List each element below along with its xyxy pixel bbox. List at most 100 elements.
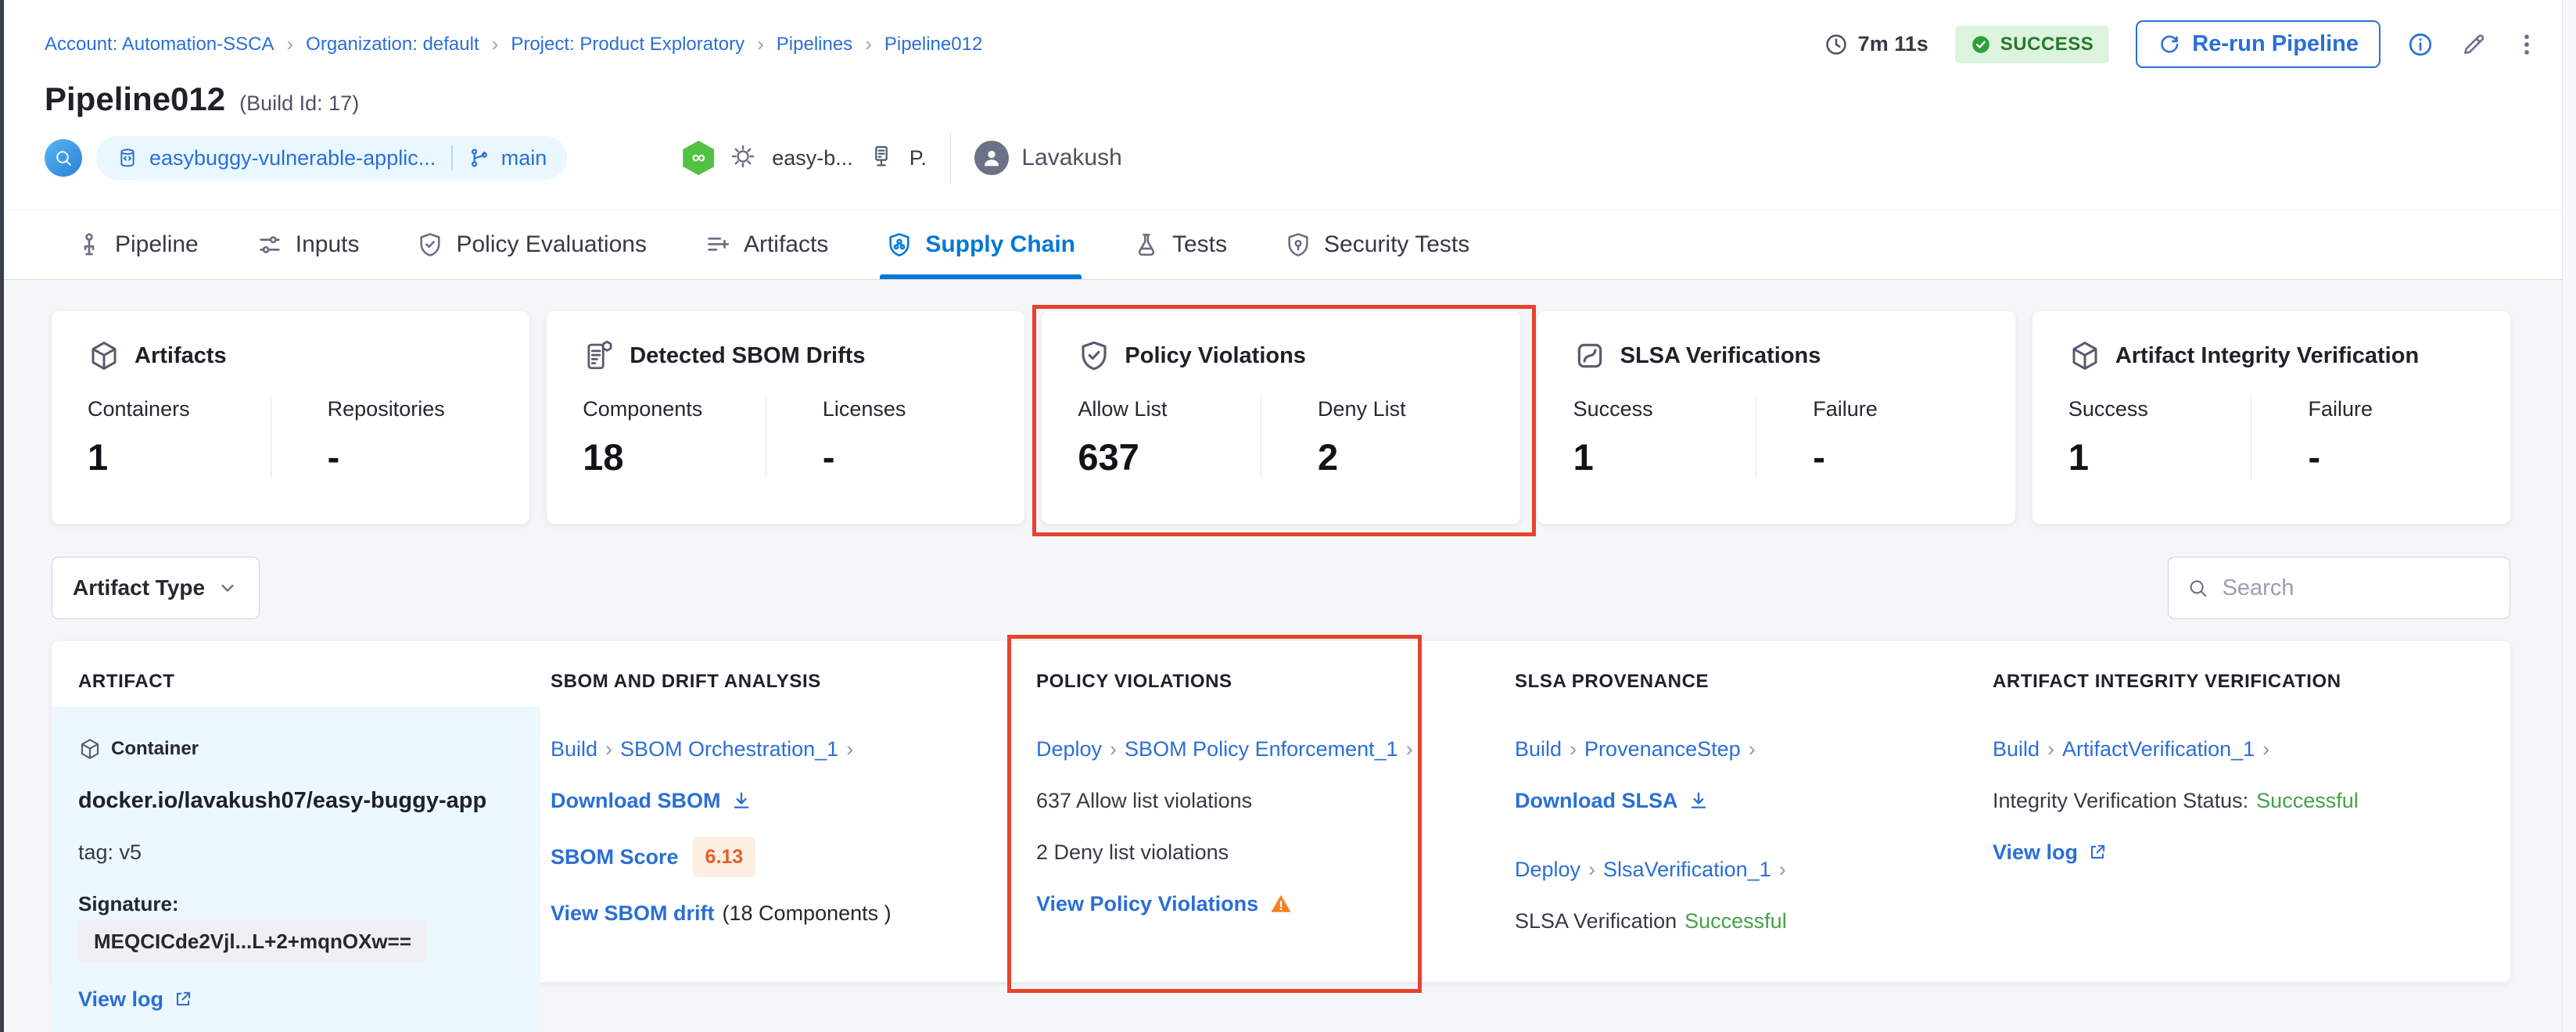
tests-icon <box>1133 231 1160 258</box>
artifact-view-log-line: View log <box>78 984 522 1015</box>
download-sbom-label: Download SBOM <box>551 785 721 816</box>
sbom-score-link[interactable]: SBOM Score <box>551 841 679 873</box>
slsa-stage-link[interactable]: Build <box>1515 733 1562 765</box>
sbom-stage-link[interactable]: Build <box>551 733 597 765</box>
policy-step-link[interactable]: SBOM Policy Enforcement_1 <box>1125 733 1398 765</box>
slsa-verify-stage-link[interactable]: Deploy <box>1515 854 1580 885</box>
download-sbom-line: Download SBOM <box>551 785 1007 816</box>
breadcrumb-pipeline012[interactable]: Pipeline012 <box>884 34 982 56</box>
stat-label: Allow List <box>1078 397 1261 421</box>
tab-pipeline[interactable]: Pipeline <box>76 210 199 279</box>
column-header-policy-violations: POLICY VIOLATIONS <box>1026 641 1505 707</box>
artifact-tag: tag: v5 <box>78 837 522 868</box>
card-slsa-verifications: SLSA Verifications Success 1 Failure - <box>1537 311 2015 524</box>
sbom-score-line: SBOM Score 6.13 <box>551 837 1007 877</box>
chevron-right-icon <box>846 733 853 765</box>
artifact-type-dropdown[interactable]: Artifact Type <box>52 557 260 619</box>
stat-value: - <box>1813 435 1979 478</box>
stat-label: Success <box>2068 397 2251 421</box>
repo-icon <box>117 147 138 169</box>
stat-repositories: Repositories - <box>271 397 494 478</box>
tab-tests[interactable]: Tests <box>1133 210 1227 279</box>
slsa-verify-step-link[interactable]: SlsaVerification_1 <box>1603 854 1771 885</box>
tab-label: Policy Evaluations <box>456 231 646 258</box>
rerun-pipeline-button[interactable]: Re-run Pipeline <box>2136 20 2380 68</box>
execution-meta-row: easybuggy-vulnerable-applic... main easy… <box>4 118 2562 184</box>
sbom-drift-icon <box>583 339 615 372</box>
scrollbar[interactable] <box>2562 0 2576 1032</box>
chevron-right-icon <box>492 32 499 56</box>
view-log-link[interactable]: View log <box>78 984 193 1015</box>
refresh-icon <box>2158 33 2181 56</box>
card-sbom-drifts: Detected SBOM Drifts Components 18 Licen… <box>547 311 1024 524</box>
more-options-button[interactable] <box>2513 31 2540 58</box>
execution-tabs: Pipeline Inputs Policy Evaluations Artif… <box>4 210 2562 280</box>
repo-branch-pill[interactable]: easybuggy-vulnerable-applic... main <box>96 136 567 180</box>
artifact-type-text: Container <box>111 733 199 765</box>
edit-pipeline-button[interactable] <box>2460 31 2487 58</box>
title-row: Pipeline012 (Build Id: 17) <box>4 68 2562 118</box>
view-log-link[interactable]: View log <box>1993 837 2108 868</box>
view-policy-violations-line: View Policy Violations <box>1036 888 1486 919</box>
chevron-right-icon <box>2262 733 2269 765</box>
column-header-slsa-provenance: SLSA PROVENANCE <box>1505 641 1982 707</box>
artifact-image-name: docker.io/lavakush07/easy-buggy-app <box>78 785 522 816</box>
view-policy-violations-link[interactable]: View Policy Violations <box>1036 888 1258 919</box>
deny-list-violations: 2 Deny list violations <box>1036 837 1486 868</box>
slsa-icon <box>1573 339 1606 372</box>
policy-stage-link[interactable]: Deploy <box>1036 733 1102 765</box>
sbom-step-link[interactable]: SBOM Orchestration_1 <box>620 733 838 765</box>
search-icon <box>54 149 73 167</box>
sbom-drift-line: View SBOM drift (18 Components ) <box>551 898 1007 929</box>
execution-source-icon <box>45 139 82 177</box>
stat-licenses: Licenses - <box>766 397 989 478</box>
tab-artifacts[interactable]: Artifacts <box>705 210 828 279</box>
stat-label: Components <box>583 397 766 421</box>
tab-security-tests[interactable]: Security Tests <box>1285 210 1469 279</box>
artifact-signature-line: Signature: MEQCICde2Vjl...L+2+mqnOXw== <box>78 888 522 963</box>
breadcrumb-project[interactable]: Project: Product Exploratory <box>511 34 744 56</box>
service-icon <box>869 144 894 169</box>
harness-ci-hexagon-icon <box>683 141 714 175</box>
sbom-drift-note: (18 Components ) <box>723 898 892 929</box>
gear-icon <box>730 143 756 170</box>
view-log-label: View log <box>78 984 163 1015</box>
slsa-provenance-step-line: Build ProvenanceStep <box>1515 733 1964 765</box>
stat-label: Success <box>1573 397 1756 421</box>
cell-slsa-provenance: Build ProvenanceStep Download SLSA Deplo… <box>1505 707 1982 1032</box>
tab-label: Tests <box>1172 231 1227 258</box>
meta-divider <box>950 132 952 184</box>
supply-chain-page: Account: Automation-SSCA Organization: d… <box>0 0 2576 1032</box>
policy-step-line: Deploy SBOM Policy Enforcement_1 <box>1036 733 1486 765</box>
integrity-stage-link[interactable]: Build <box>1993 733 2040 765</box>
tab-supply-chain[interactable]: Supply Chain <box>886 210 1075 279</box>
search-input[interactable] <box>2223 575 2491 601</box>
breadcrumb-organization[interactable]: Organization: default <box>306 34 479 56</box>
check-circle-icon <box>1971 34 1991 55</box>
breadcrumb-account[interactable]: Account: Automation-SSCA <box>45 34 274 56</box>
stat-value: 1 <box>2068 435 2251 478</box>
service-name: P. <box>909 146 927 170</box>
info-button[interactable] <box>2407 31 2434 58</box>
triggered-by-user: Lavakush <box>974 141 1121 175</box>
column-header-artifact: ARTIFACT <box>52 641 540 707</box>
stat-integrity-failure: Failure - <box>2251 397 2474 478</box>
breadcrumb-pipelines[interactable]: Pipelines <box>777 34 852 56</box>
stat-value: 2 <box>1318 435 1484 478</box>
slsa-step-link[interactable]: ProvenanceStep <box>1584 733 1741 765</box>
stat-label: Licenses <box>823 397 989 421</box>
stat-deny-list: Deny List 2 <box>1261 397 1484 478</box>
download-slsa-link[interactable]: Download SLSA <box>1515 785 1710 816</box>
chevron-right-icon <box>1570 733 1577 765</box>
tab-policy-evaluations[interactable]: Policy Evaluations <box>417 210 646 279</box>
view-sbom-drift-link[interactable]: View SBOM drift <box>551 898 715 929</box>
execution-actions: 7m 11s SUCCESS Re-run Pipeline <box>1824 20 2540 68</box>
tab-inputs[interactable]: Inputs <box>257 210 360 279</box>
download-sbom-link[interactable]: Download SBOM <box>551 785 752 816</box>
tab-label: Inputs <box>296 231 360 258</box>
integrity-step-link[interactable]: ArtifactVerification_1 <box>2062 733 2255 765</box>
integrity-status-value: Successful <box>2256 785 2359 816</box>
card-artifact-integrity: Artifact Integrity Verification Success … <box>2032 311 2510 524</box>
download-slsa-label: Download SLSA <box>1515 785 1678 816</box>
pipeline-icon <box>76 231 102 258</box>
